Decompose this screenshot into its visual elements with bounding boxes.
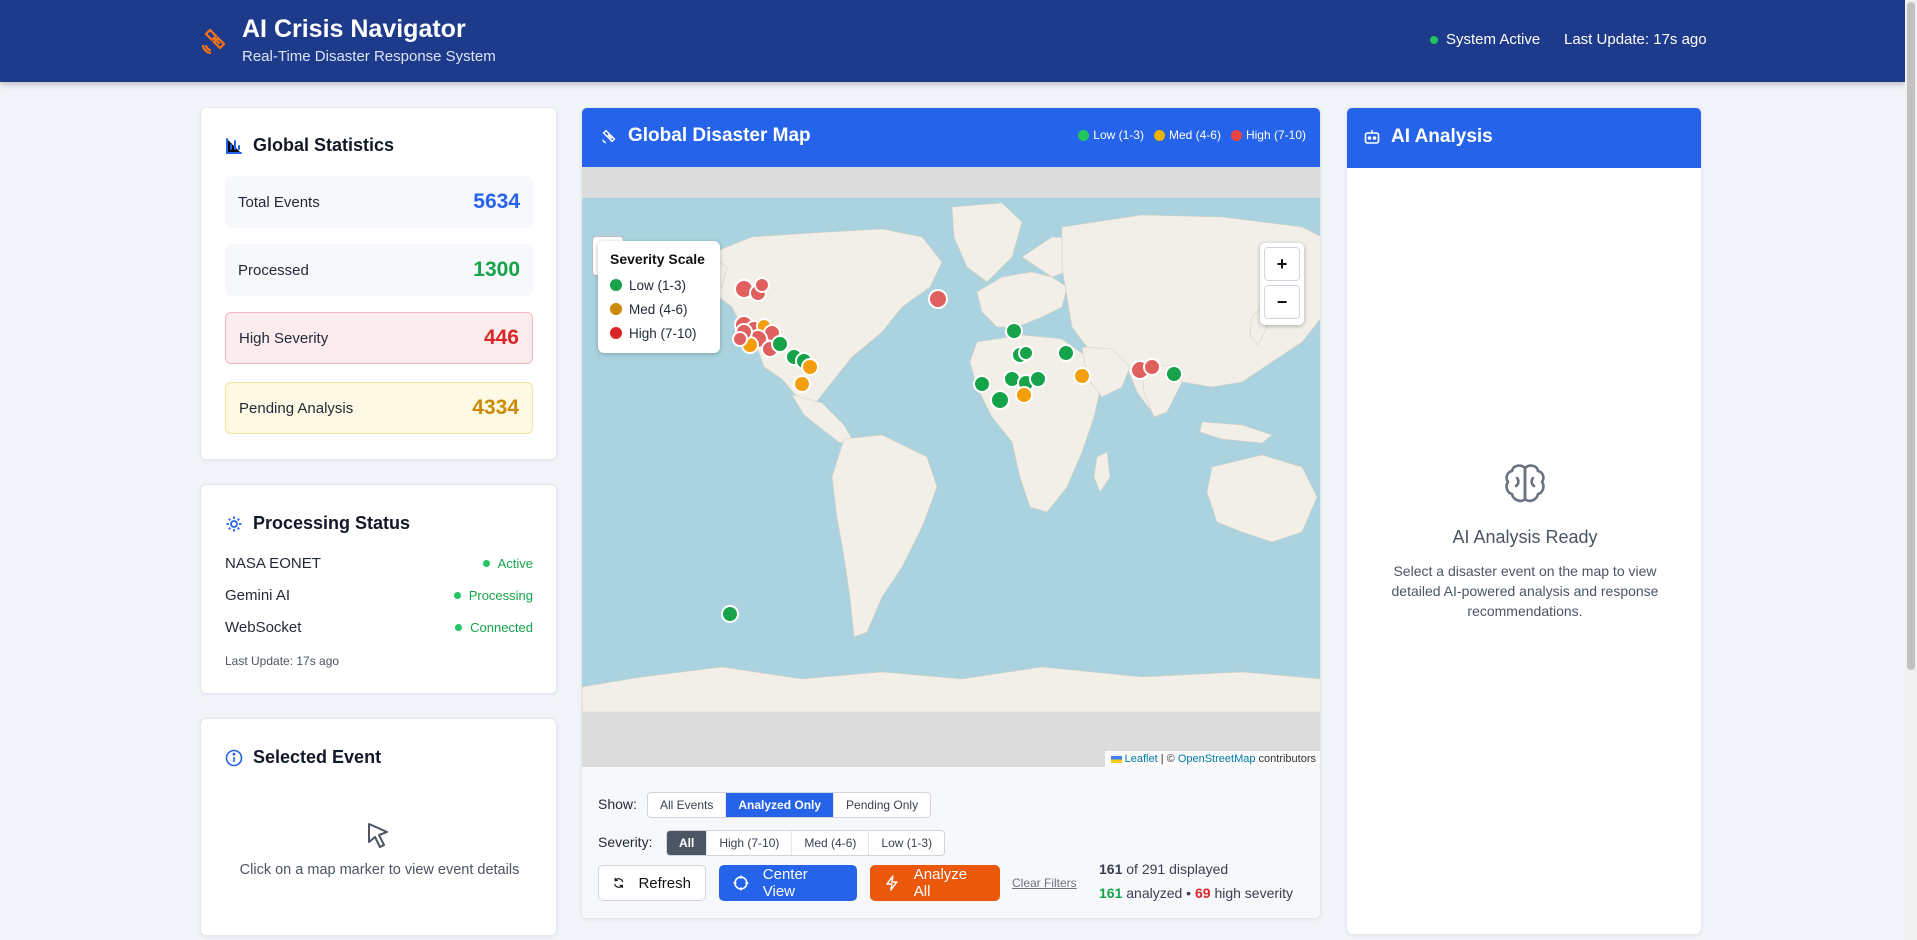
selected-event-title: Selected Event [225,747,381,768]
severity-filter-label: Severity: [598,834,653,850]
satellite-icon [201,28,226,54]
show-filter-group: All Events Analyzed Only Pending Only [647,792,932,818]
severity-filter-group: All High (7-10) Med (4-6) Low (1-3) [666,830,946,856]
ai-analysis-header: AI Analysis [1347,108,1701,168]
app-title: AI Crisis Navigator [242,15,466,43]
stat-processed: Processed 1300 [225,244,533,296]
map-header: Global Disaster Map Low (1-3) Med (4-6) … [582,108,1320,167]
severity-low-filter[interactable]: Low (1-3) [869,831,944,855]
leaflet-link[interactable]: Leaflet [1125,753,1158,765]
selected-event-card: Selected Event Click on a map marker to … [200,718,557,936]
system-status: System Active [1430,31,1540,48]
severity-all[interactable]: All [667,831,708,855]
selected-event-hint: Click on a map marker to view event deta… [239,862,520,878]
map-attribution: Leaflet | © OpenStreetMap contributors [1104,751,1320,767]
page-scrollbar[interactable] [1905,0,1917,940]
legend-low: Low (1-3) [1078,128,1144,142]
show-pending-only[interactable]: Pending Only [834,793,930,817]
zoom-out-button[interactable]: − [1264,285,1300,319]
stat-value: 446 [483,326,519,349]
severity-med-filter[interactable]: Med (4-6) [792,831,870,855]
processing-last-update: Last Update: 17s ago [225,654,340,668]
stat-high-severity: High Severity 446 [225,312,533,364]
stat-total-events: Total Events 5634 [225,176,533,228]
show-all-events[interactable]: All Events [648,793,727,817]
severity-scale-legend: Severity Scale Low (1-3) Med (4-6) High … [598,241,720,353]
processing-status-card: Processing Status NASA EONET Active Gemi… [200,484,557,694]
processing-status-title: Processing Status [225,513,410,534]
stat-pending-analysis: Pending Analysis 4334 [225,382,533,434]
bar-chart-icon [226,137,242,154]
analysis-summary: 161 analyzed • 69 high severity [1099,885,1294,901]
map-title: Global Disaster Map [600,125,811,147]
status-badge: Processing [453,588,533,603]
stat-value: 4334 [472,396,519,419]
openstreetmap-link[interactable]: OpenStreetMap [1178,753,1256,765]
displayed-count: 161 of 291 displayed [1099,861,1229,877]
zoom-control: + − [1260,243,1304,325]
global-statistics-card: Global Statistics Total Events 5634 Proc… [200,107,557,460]
status-badge: Active [482,556,533,571]
processing-row-nasa: NASA EONET Active [225,555,533,572]
severity-low: Low (1-3) [610,273,708,297]
global-disaster-map-card: Global Disaster Map Low (1-3) Med (4-6) … [581,107,1321,919]
clear-filters-link[interactable]: Clear Filters [1012,876,1077,890]
refresh-button[interactable]: Refresh [598,865,706,901]
app-header: AI Crisis Navigator Real-Time Disaster R… [0,0,1905,82]
center-view-button[interactable]: Center View [719,865,857,901]
satellite-icon [602,129,616,144]
stat-value: 5634 [473,190,520,213]
global-statistics-title: Global Statistics [225,135,394,156]
scrollbar-thumb[interactable] [1907,2,1915,670]
ai-analysis-card: AI Analysis AI Analysis Ready Select a d… [1346,107,1702,935]
processing-row-websocket: WebSocket Connected [225,619,533,636]
ukraine-flag-icon [1110,755,1122,763]
gear-icon [226,516,242,531]
map-canvas[interactable]: Severity Scale Low (1-3) Med (4-6) High … [582,167,1320,767]
ai-ready-description: Select a disaster event on the map to vi… [1391,563,1659,619]
severity-med: Med (4-6) [610,297,708,321]
processing-row-gemini: Gemini AI Processing [225,587,533,604]
app-subtitle: Real-Time Disaster Response System [242,48,496,65]
ai-ready-heading: AI Analysis Ready [1452,527,1598,547]
cursor-pointer-icon [368,823,388,848]
severity-high: High (7-10) [610,321,708,345]
crosshair-icon [733,875,749,891]
legend-med: Med (4-6) [1153,128,1221,142]
stat-value: 1300 [473,258,520,281]
map-header-legend: Low (1-3) Med (4-6) High (7-10) [1068,128,1306,142]
lightning-icon [886,875,898,891]
ai-analysis-title: AI Analysis [1363,126,1493,148]
robot-icon [1364,130,1380,144]
system-status-label: System Active [1446,31,1541,48]
brain-icon [1505,464,1545,503]
show-filter-label: Show: [598,796,637,812]
status-badge: Connected [455,620,533,635]
show-analyzed-only[interactable]: Analyzed Only [726,793,835,817]
status-dot-icon [1430,35,1438,44]
header-last-update: Last Update: 17s ago [1564,31,1707,48]
analyze-all-button[interactable]: Analyze All [870,865,1000,901]
zoom-in-button[interactable]: + [1264,247,1300,281]
severity-high-filter[interactable]: High (7-10) [707,831,793,855]
info-icon [225,749,243,766]
legend-high: High (7-10) [1230,128,1306,142]
refresh-icon [614,877,624,889]
